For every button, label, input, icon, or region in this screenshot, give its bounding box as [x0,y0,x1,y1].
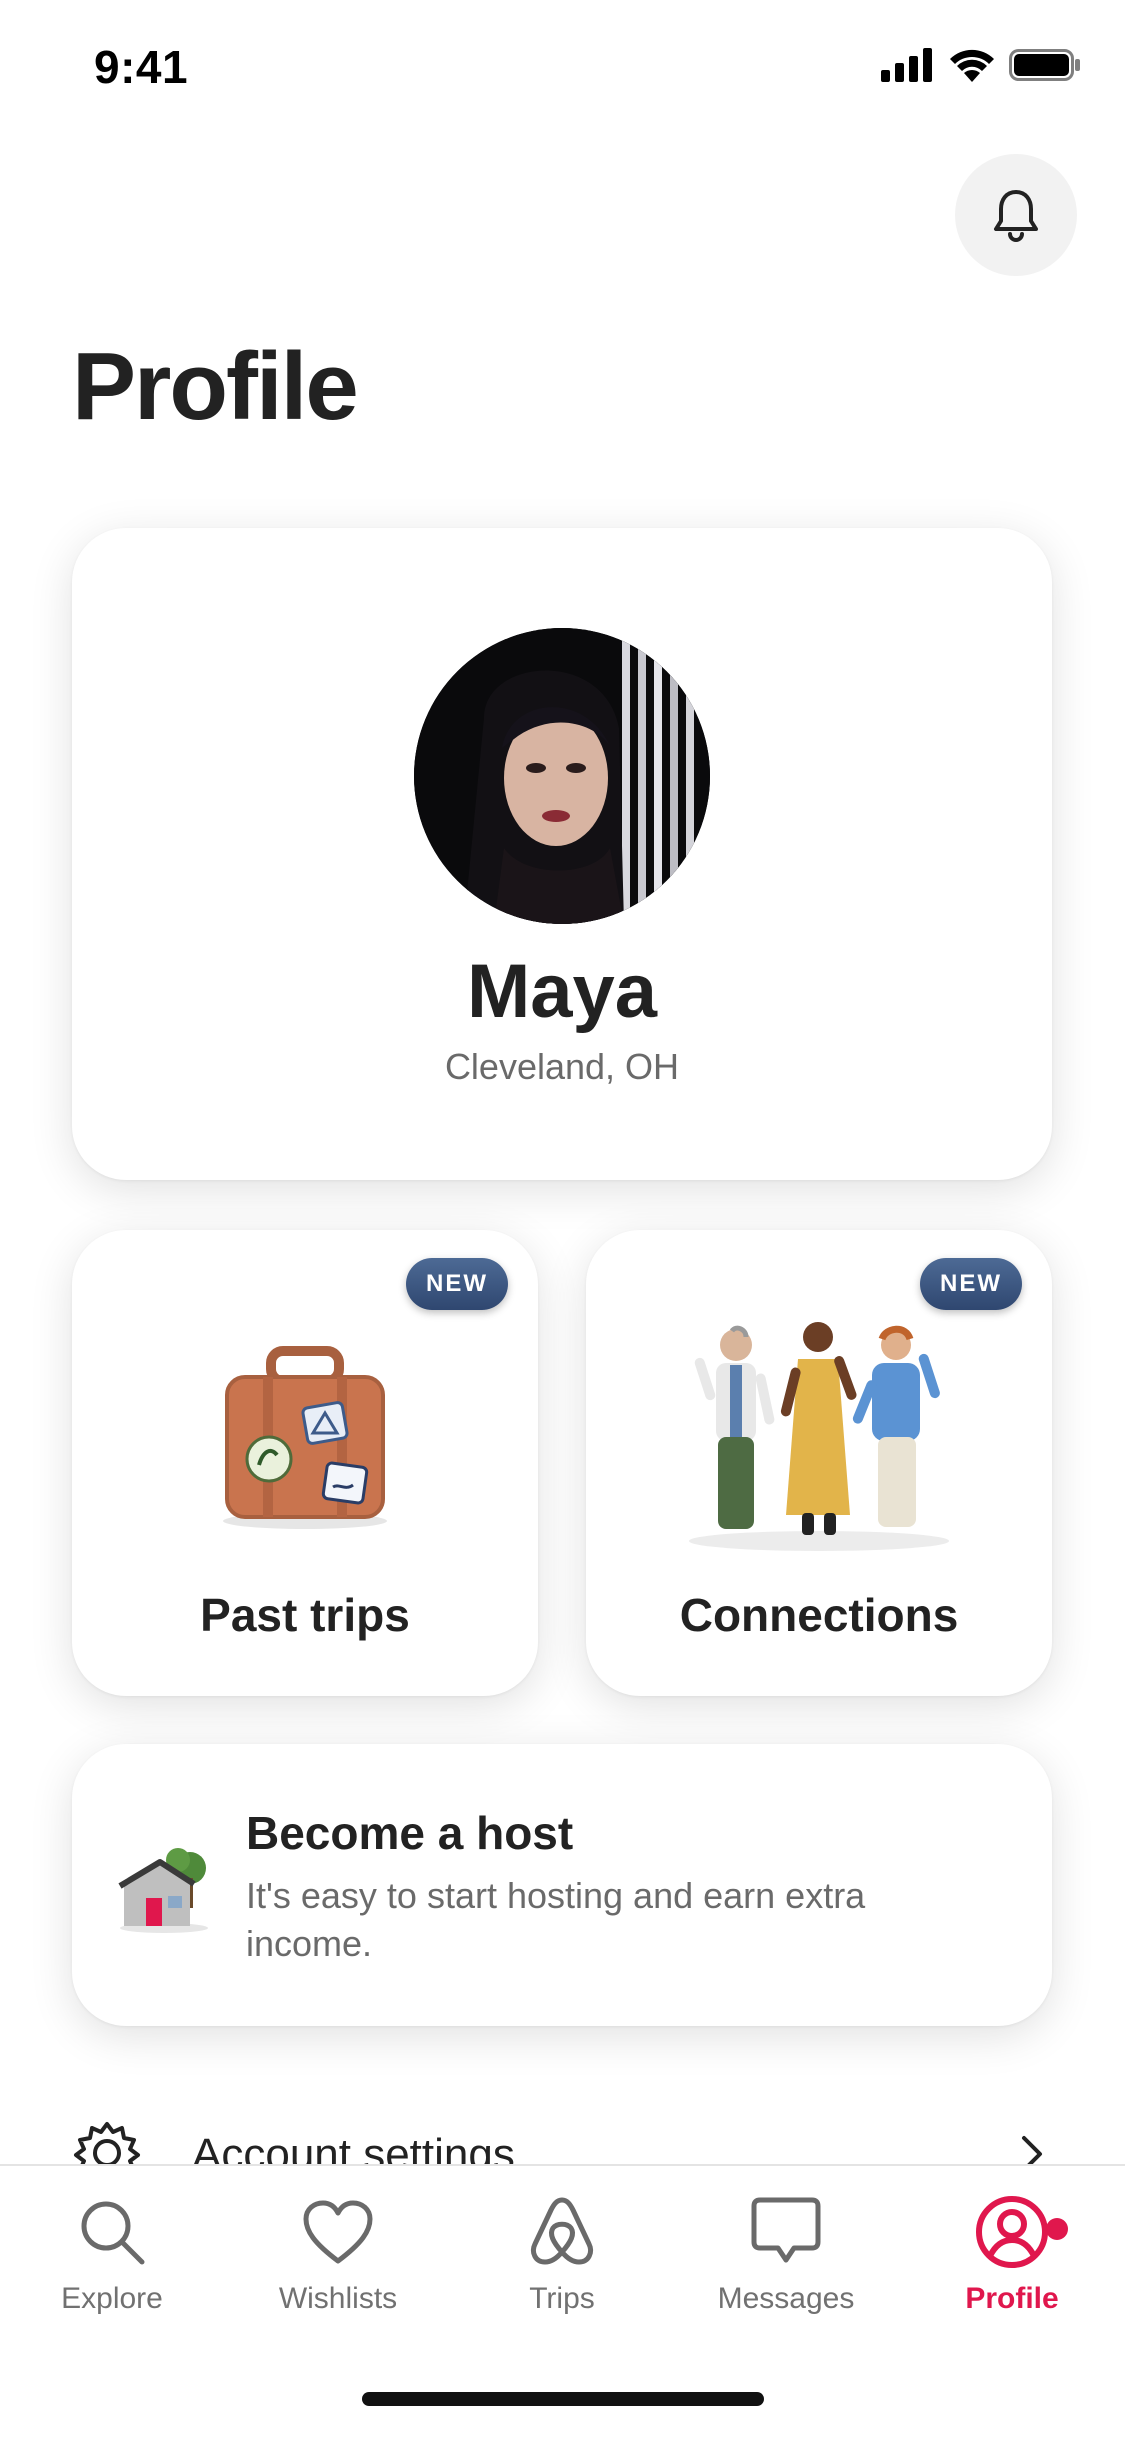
tab-messages-label: Messages [717,2282,855,2315]
page-title: Profile [72,333,359,440]
home-indicator [362,2392,764,2406]
past-trips-label: Past trips [200,1589,410,1641]
new-badge: NEW [406,1258,508,1310]
battery-icon [1009,49,1080,81]
status-icons [881,48,1081,82]
become-host-description: It's easy to start hosting and earn extr… [246,1875,866,1964]
people-illustration [689,1322,949,1551]
signal-icon [881,48,932,82]
bell-icon [994,190,1038,242]
notifications-button[interactable] [955,154,1077,276]
tab-profile-label: Profile [965,2282,1059,2315]
search-icon [81,2201,145,2265]
connections-label: Connections [679,1589,959,1641]
heart-icon [303,2200,373,2264]
tab-explore-label: Explore [61,2282,163,2315]
tab-wishlists-label: Wishlists [278,2282,398,2315]
tab-profile[interactable]: Profile [922,2192,1102,2316]
profile-icon [976,2196,1048,2268]
tab-trips[interactable]: Trips [472,2192,652,2316]
become-host-title: Become a host [246,1807,574,1859]
become-host-card[interactable]: Become a host It's easy to start hosting… [72,1744,1052,2026]
profile-location: Cleveland, OH [444,1046,680,1087]
notification-dot [1046,2218,1068,2240]
tab-wishlists[interactable]: Wishlists [248,2192,428,2316]
profile-card[interactable]: Maya Cleveland, OH [72,528,1052,1180]
new-badge: NEW [920,1258,1022,1310]
profile-name: Maya [466,949,658,1034]
status-time: 9:41 [94,41,189,93]
tab-trips-label: Trips [529,2282,595,2315]
avatar [414,628,710,924]
wifi-icon [950,49,994,82]
connections-tile[interactable]: NEW Connections [586,1230,1052,1696]
message-icon [751,2197,821,2263]
past-trips-tile[interactable]: NEW Past trips [72,1230,538,1696]
tab-explore[interactable]: Explore [22,2192,202,2316]
house-illustration [118,1848,208,1933]
suitcase-illustration [223,1346,387,1529]
airbnb-logo-icon [530,2197,594,2265]
tab-messages[interactable]: Messages [696,2192,876,2316]
